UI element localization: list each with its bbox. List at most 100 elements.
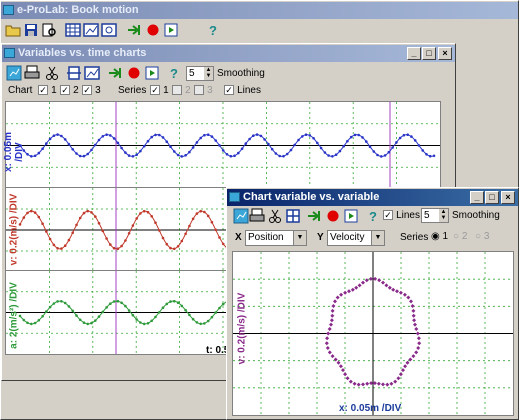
xy-maximize-button[interactable]: □ <box>485 191 499 204</box>
data-point <box>67 305 71 308</box>
vt-cut-icon[interactable] <box>44 65 60 81</box>
data-point <box>218 144 221 147</box>
vt-title-bar[interactable]: Variables vs. time charts _ □ × <box>2 45 455 62</box>
vt-smoothing-spinner[interactable]: 5 ▲ ▼ <box>186 66 214 81</box>
vt-series-2-checkbox[interactable]: 2 <box>172 84 191 96</box>
data-point <box>165 242 169 246</box>
app-icon <box>3 5 14 15</box>
data-point <box>120 244 123 248</box>
data-point <box>368 145 372 148</box>
xy-spin-arrows[interactable]: ▲ ▼ <box>439 209 448 222</box>
data-point <box>101 135 105 138</box>
vt-run-icon[interactable] <box>108 65 124 81</box>
vt-maximize-button[interactable]: □ <box>422 47 436 60</box>
data-point <box>413 139 417 142</box>
data-point <box>90 211 93 214</box>
vt-play-icon[interactable] <box>144 65 160 81</box>
xy-series-1-radio[interactable]: ◉ 1 <box>431 231 448 242</box>
data-point <box>401 368 405 373</box>
data-point <box>154 133 157 137</box>
data-point <box>377 278 382 283</box>
open-folder-icon[interactable] <box>5 22 21 38</box>
data-point <box>41 222 44 225</box>
save-icon[interactable] <box>23 22 39 38</box>
vt-copy-icon[interactable] <box>6 65 22 81</box>
xy-record-icon[interactable] <box>325 208 341 224</box>
data-point <box>191 317 195 321</box>
data-point <box>37 319 41 322</box>
xy-copy-icon[interactable] <box>233 208 249 224</box>
xy-print-icon[interactable] <box>249 208 265 224</box>
print-preview-icon[interactable] <box>41 22 57 38</box>
vt-scale-icon[interactable] <box>66 65 82 81</box>
vt-help-icon[interactable]: ? <box>166 65 182 81</box>
xy-play-icon[interactable] <box>343 208 359 224</box>
xy-cut-icon[interactable] <box>267 208 283 224</box>
data-point <box>135 153 138 156</box>
chevron-down-icon[interactable]: ▼ <box>371 231 384 245</box>
main-window-title: e-ProLab: Book motion <box>17 4 139 16</box>
data-point <box>338 364 343 369</box>
vt-minimize-button[interactable]: _ <box>407 47 421 60</box>
data-point <box>142 144 146 148</box>
chart-window-icon[interactable] <box>83 22 99 38</box>
vt-print-icon[interactable] <box>24 65 40 81</box>
help-icon[interactable]: ? <box>205 22 221 38</box>
main-title-bar[interactable]: e-ProLab: Book motion <box>1 2 518 19</box>
vt-chart-icon[interactable] <box>84 65 100 81</box>
xy-series-3-label: 3 <box>483 231 490 242</box>
data-point <box>214 139 217 142</box>
vt-chart-1-checkbox[interactable]: ✓ 1 <box>38 84 57 96</box>
vt-lines-checkbox[interactable]: ✓ Lines <box>224 84 261 96</box>
record-icon[interactable] <box>145 22 161 38</box>
vt-series-3-checkbox[interactable]: 3 <box>194 84 213 96</box>
xy-lines-label: Lines <box>396 210 420 221</box>
xy-plot[interactable] <box>232 251 514 416</box>
data-point <box>341 368 345 373</box>
xy-x-select[interactable]: Position ▼ <box>245 230 307 246</box>
data-point <box>56 300 59 303</box>
data-point <box>37 215 41 219</box>
xy-x-select-value: Position <box>248 232 284 243</box>
xy-minimize-button[interactable]: _ <box>470 191 484 204</box>
xy-crosshair-icon[interactable] <box>285 208 301 224</box>
xy-help-icon[interactable]: ? <box>365 208 381 224</box>
xy-close-button[interactable]: × <box>501 191 515 204</box>
xy-lines-checkbox[interactable]: ✓ Lines <box>383 209 420 221</box>
vt-close-button[interactable]: × <box>438 47 452 60</box>
xy-smoothing-spinner[interactable]: 5 ▲ ▼ <box>421 208 449 223</box>
vt-chart-3-checkbox[interactable]: ✓ 3 <box>82 84 101 96</box>
chevron-down-icon[interactable]: ▼ <box>293 231 306 245</box>
data-point <box>180 239 184 243</box>
vt-chart-2-checkbox[interactable]: ✓ 2 <box>60 84 79 96</box>
xy-run-icon[interactable] <box>307 208 323 224</box>
data-point <box>30 209 33 213</box>
data-point <box>176 301 180 304</box>
xy-y-axis-label: v: 0.2(m/s) /DIV <box>236 292 248 365</box>
xy-y-select[interactable]: Velocity ▼ <box>327 230 385 246</box>
data-point <box>410 135 413 138</box>
grid-view-icon[interactable] <box>65 22 81 38</box>
data-point <box>139 321 142 324</box>
data-point <box>387 285 392 290</box>
xy-series-3-radio[interactable]: ○ 3 <box>475 231 489 242</box>
vt-plot-x[interactable] <box>5 101 441 190</box>
data-point <box>75 314 78 317</box>
data-point <box>45 142 48 145</box>
vt-series-1-checkbox[interactable]: ✓ 1 <box>150 84 169 96</box>
play-window-icon[interactable] <box>163 22 179 38</box>
data-point <box>348 379 353 384</box>
data-point <box>135 318 138 321</box>
run-arrow-icon[interactable] <box>127 22 143 38</box>
data-point <box>395 141 398 144</box>
xy-title-bar[interactable]: Chart variable vs. variable _ □ × <box>227 189 518 206</box>
vt-record-icon[interactable] <box>126 65 142 81</box>
vt-spin-arrows[interactable]: ▲ ▼ <box>204 67 213 80</box>
xy-window-icon[interactable] <box>101 22 117 38</box>
data-point <box>199 322 202 326</box>
data-point <box>357 133 361 137</box>
xy-series-2-radio[interactable]: ○ 2 <box>453 231 467 242</box>
data-point <box>180 155 184 158</box>
data-point <box>413 322 417 327</box>
data-point <box>124 151 127 154</box>
